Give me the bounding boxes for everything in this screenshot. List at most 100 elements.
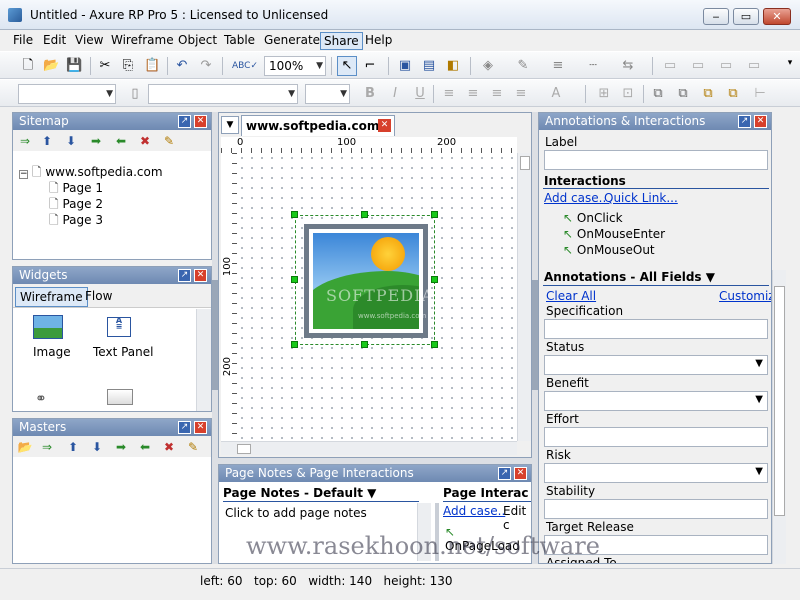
label-input[interactable] [544, 150, 768, 170]
style-select[interactable]: ▼ [18, 84, 116, 104]
master-properties-icon[interactable]: ✎ [185, 439, 201, 455]
delete-page-icon[interactable]: ✖ [137, 133, 153, 149]
risk-select[interactable]: ▼ [544, 463, 768, 483]
copy-icon[interactable]: ⎘ [120, 58, 136, 74]
close-icon[interactable]: ✕ [194, 115, 207, 128]
quick-link-link[interactable]: Quick Link... [604, 191, 678, 205]
resize-handle[interactable] [361, 341, 368, 348]
justify-icon[interactable]: ≡ [513, 86, 529, 102]
text-panel-widget-icon[interactable]: A ≡ [107, 317, 131, 337]
spellcheck-icon[interactable]: ABC✓ [232, 58, 258, 74]
event-onclick[interactable]: ↖ OnClick [563, 211, 623, 225]
line-color-icon[interactable]: ✎ [515, 58, 531, 74]
image-widget-icon[interactable] [33, 315, 63, 339]
resize-handle[interactable] [291, 276, 298, 283]
page-add-case-link[interactable]: Add case.. [443, 504, 505, 518]
close-button[interactable]: ✕ [763, 8, 791, 25]
arrange-back-icon[interactable]: ⧉ [725, 86, 741, 102]
canvas-vscrollbar[interactable] [517, 153, 531, 441]
bring-front-icon[interactable]: ▭ [718, 58, 734, 74]
group-icon[interactable]: ▭ [662, 58, 678, 74]
toolbar-overflow-icon[interactable]: ▾ [782, 55, 798, 71]
tab-page[interactable]: www.softpedia.com ✕ [241, 115, 395, 136]
tree-node-page[interactable]: 🗋 Page 2 [19, 195, 163, 211]
page-notes-textarea[interactable]: Click to add page notes [225, 506, 367, 520]
resize-handle[interactable] [361, 211, 368, 218]
cut-icon[interactable]: ✂ [97, 58, 113, 74]
resize-handle[interactable] [431, 211, 438, 218]
maximize-icon[interactable]: ↗ [738, 115, 751, 128]
maximize-icon[interactable]: ↗ [178, 421, 191, 434]
design-canvas[interactable]: SOFTPEDIA www.softpedia.com [237, 153, 517, 441]
format-painter-icon[interactable]: ▯ [127, 86, 143, 102]
maximize-icon[interactable]: ↗ [178, 269, 191, 282]
annotations-scrollbar[interactable] [772, 270, 786, 564]
send-back-icon[interactable]: ▭ [746, 58, 762, 74]
close-tab-icon[interactable]: ✕ [378, 119, 391, 132]
effort-input[interactable] [544, 427, 768, 447]
align-paragraph-icon[interactable]: ⊢ [752, 86, 768, 102]
undo-icon[interactable]: ↶ [174, 58, 190, 74]
menu-view[interactable]: View [72, 32, 106, 50]
resize-handle[interactable] [431, 341, 438, 348]
close-icon[interactable]: ✕ [754, 115, 767, 128]
menu-wireframe[interactable]: Wireframe [108, 32, 177, 50]
menu-share[interactable]: Share [320, 32, 363, 50]
font-select[interactable]: ▼ [148, 84, 298, 104]
line-style-icon[interactable]: ┄ [585, 58, 601, 74]
tab-wireframe[interactable]: Wireframe [15, 287, 88, 307]
event-onmouseenter[interactable]: ↖ OnMouseEnter [563, 227, 665, 241]
connector-icon[interactable]: ⌐ [362, 58, 378, 74]
fill-color-icon[interactable]: ◈ [480, 58, 496, 74]
tree-node-page[interactable]: 🗋 Page 1 [19, 179, 163, 195]
resize-handle[interactable] [291, 211, 298, 218]
menu-object[interactable]: Object [175, 32, 220, 50]
page-notes-section-header[interactable]: Page Notes - Default ▼ [223, 486, 376, 500]
resize-handle[interactable] [291, 341, 298, 348]
share-icon[interactable]: ◧ [445, 58, 461, 74]
ungroup-icon[interactable]: ▭ [690, 58, 706, 74]
close-icon[interactable]: ✕ [194, 421, 207, 434]
stability-input[interactable] [544, 499, 768, 519]
pointer-icon[interactable]: ↖ [337, 56, 357, 76]
redo-icon[interactable]: ↷ [198, 58, 214, 74]
arrow-style-icon[interactable]: ⇆ [620, 58, 636, 74]
zoom-select[interactable]: 100% ▼ [264, 56, 326, 76]
indent-icon[interactable]: ➡ [113, 439, 129, 455]
align-right-icon[interactable]: ≡ [489, 86, 505, 102]
menu-file[interactable]: File [10, 32, 36, 50]
move-down-icon[interactable]: ⬇ [63, 133, 79, 149]
add-folder-icon[interactable]: 📂 [17, 439, 33, 455]
arrange-front-icon[interactable]: ⧉ [650, 86, 666, 102]
close-icon[interactable]: ✕ [194, 269, 207, 282]
add-master-icon[interactable]: ⇒ [39, 439, 55, 455]
arrange-forward-icon[interactable]: ⧉ [675, 86, 691, 102]
delete-master-icon[interactable]: ✖ [161, 439, 177, 455]
generate-prototype-icon[interactable]: ▣ [397, 58, 413, 74]
new-icon[interactable]: 🗋 [20, 58, 36, 74]
status-select[interactable]: ▼ [544, 355, 768, 375]
widgets-scrollbar[interactable] [196, 309, 211, 411]
collapse-icon[interactable]: − [19, 170, 28, 179]
maximize-button[interactable]: ▭ [733, 8, 759, 25]
maximize-icon[interactable]: ↗ [178, 115, 191, 128]
generate-spec-icon[interactable]: ▤ [421, 58, 437, 74]
line-width-icon[interactable]: ≡ [550, 58, 566, 74]
paste-icon[interactable]: 📋 [144, 58, 160, 74]
align-center-icon[interactable]: ≡ [465, 86, 481, 102]
tab-flow[interactable]: Flow [85, 289, 112, 303]
minimize-button[interactable]: ‒ [703, 8, 729, 25]
menu-table[interactable]: Table [221, 32, 258, 50]
event-onmouseout[interactable]: ↖ OnMouseOut [563, 243, 655, 257]
add-case-link[interactable]: Add case.. [544, 191, 606, 205]
bold-icon[interactable]: B [362, 86, 378, 102]
close-icon[interactable]: ✕ [514, 467, 527, 480]
annotations-fields-header[interactable]: Annotations - All Fields ▼ [544, 270, 715, 284]
page-properties-icon[interactable]: ✎ [161, 133, 177, 149]
align-objects-icon[interactable]: ⊞ [596, 86, 612, 102]
specification-input[interactable] [544, 319, 768, 339]
indent-icon[interactable]: ➡ [88, 133, 104, 149]
move-up-icon[interactable]: ⬆ [65, 439, 81, 455]
benefit-select[interactable]: ▼ [544, 391, 768, 411]
menu-help[interactable]: Help [362, 32, 395, 50]
